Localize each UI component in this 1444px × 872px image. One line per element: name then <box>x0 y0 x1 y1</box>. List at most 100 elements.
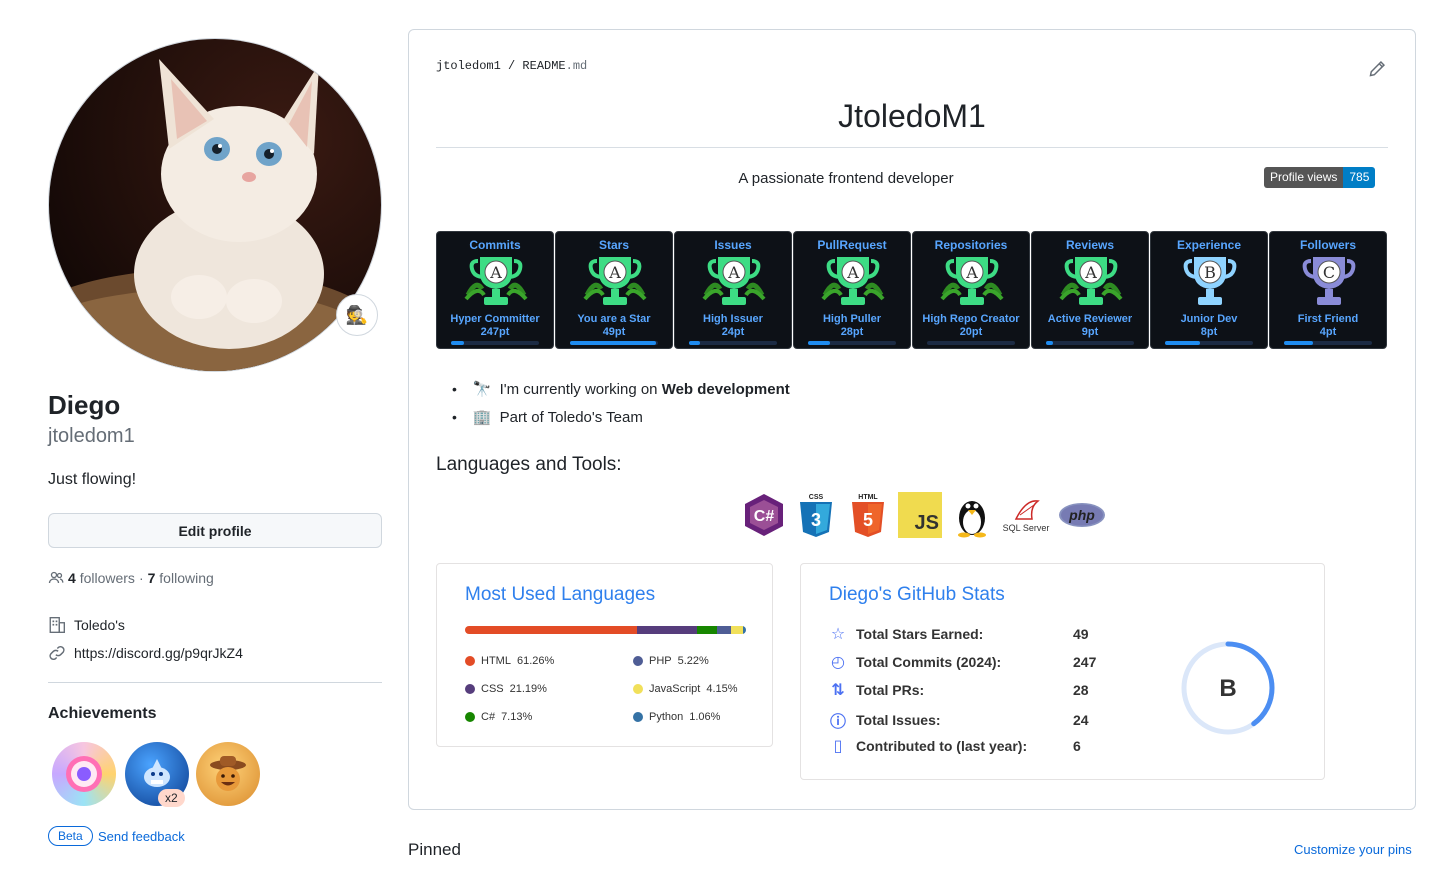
language-color-dot <box>465 656 475 666</box>
stats-row-commits: ◴ Total Commits (2024): 247 <box>828 652 1096 672</box>
language-name: JavaScript <box>649 683 701 695</box>
customize-pins-link[interactable]: Customize your pins <box>1294 842 1412 857</box>
trophy-points: 4pt <box>1319 326 1337 338</box>
language-bar-segment <box>696 626 717 634</box>
readme-title: JtoledoM1 <box>838 98 986 134</box>
send-feedback-link[interactable]: Send feedback <box>98 829 185 844</box>
sql-server-icon[interactable]: SQL Server <box>1002 492 1050 538</box>
readme-breadcrumb: jtoledom1 / README.md <box>436 59 588 73</box>
trophy-card[interactable]: Experience B Junior Dev 8pt <box>1150 231 1268 349</box>
trophy-progress-bar <box>808 341 896 345</box>
trophy-title: Experience <box>1176 238 1242 252</box>
language-percent: 1.06% <box>689 711 721 723</box>
css3-icon[interactable]: CSS 3 <box>794 492 838 538</box>
trophy-points: 20pt <box>959 326 983 338</box>
profile-login: jtoledom1 <box>48 425 135 447</box>
trophy-card[interactable]: Stars A You are a Star 49pt <box>555 231 673 349</box>
quickdraw-achievement-badge[interactable] <box>196 742 260 806</box>
php-icon[interactable]: php <box>1058 492 1106 538</box>
language-percent: 61.26% <box>516 655 555 667</box>
trophy-row: Commits A Hyper Committer 247pt Stars A You ar… <box>436 231 1387 349</box>
readme-bullets: 🔭 I'm currently working on Web developme… <box>452 375 790 431</box>
trophy-title: Followers <box>1299 238 1356 252</box>
language-percent: 5.22% <box>677 655 709 667</box>
trophy-cup-icon: A <box>821 257 885 305</box>
company-row: Toledo's <box>48 616 125 634</box>
trophy-progress-bar <box>1284 341 1372 345</box>
organization-icon <box>49 617 65 633</box>
profile-views-label: Profile views <box>1264 167 1344 188</box>
list-item: 🏢 Part of Toledo's Team <box>452 403 790 431</box>
language-bar-segment <box>742 626 746 634</box>
following-link[interactable]: 7 following <box>148 570 214 586</box>
language-percent: 7.13% <box>501 711 533 723</box>
readme-file-link[interactable]: README.md <box>522 59 587 73</box>
language-color-dot <box>633 684 643 694</box>
html5-icon[interactable]: HTML 5 <box>846 492 890 538</box>
trophy-card[interactable]: Issues A High Issuer 24pt <box>674 231 792 349</box>
history-icon: ◴ <box>831 654 845 671</box>
trophy-rank: A <box>1084 263 1097 282</box>
language-name: CSS <box>481 683 504 695</box>
set-status-button[interactable]: 🕵 <box>336 294 378 336</box>
language-legend-item: C# 7.13% <box>465 711 532 723</box>
telescope-icon: 🔭 <box>472 381 492 398</box>
language-name: Python <box>649 711 684 723</box>
language-percent: 4.15% <box>706 683 738 695</box>
trophy-card[interactable]: Commits A Hyper Committer 247pt <box>436 231 554 349</box>
trophy-cup-icon: A <box>702 257 766 305</box>
languages-progress-bar <box>465 626 746 634</box>
trophy-subtitle: Junior Dev <box>1180 313 1238 325</box>
trophy-card[interactable]: PullRequest A High Puller 28pt <box>793 231 911 349</box>
language-bar-segment <box>465 626 638 634</box>
trophy-title: PullRequest <box>817 238 887 252</box>
svg-text:3: 3 <box>811 510 821 530</box>
edit-profile-button[interactable]: Edit profile <box>48 513 382 548</box>
trophy-title: Reviews <box>1065 238 1115 252</box>
trophy-rank: A <box>489 263 502 282</box>
trophy-cup-icon: C <box>1302 257 1356 305</box>
svg-text:php: php <box>1068 507 1095 523</box>
trophy-cup-icon: A <box>464 257 528 305</box>
language-legend-item: CSS 21.19% <box>465 683 547 695</box>
link-row: https://discord.gg/p9qrJkZ4 <box>48 644 243 662</box>
most-used-languages-card[interactable]: Most Used Languages HTML 61.26% CSS 21.19% C… <box>436 563 773 747</box>
language-bar-segment <box>731 626 743 634</box>
detective-emoji-icon: 🕵 <box>345 304 369 325</box>
language-color-dot <box>633 712 643 722</box>
language-name: PHP <box>649 655 672 667</box>
trophy-card[interactable]: Followers C First Friend 4pt <box>1269 231 1387 349</box>
beta-label: Beta <box>48 826 93 846</box>
trophy-cup-icon: B <box>1183 257 1237 305</box>
title-divider <box>436 147 1388 148</box>
language-bar-segment <box>637 626 697 634</box>
trophy-rank: A <box>965 263 978 282</box>
repo-owner-link[interactable]: jtoledom1 <box>436 59 501 73</box>
profile-name: Diego <box>48 390 121 420</box>
trophy-points: 247pt <box>480 326 510 338</box>
csharp-icon[interactable]: C# <box>742 492 786 538</box>
trophy-cup-icon: A <box>940 257 1004 305</box>
achievements-heading: Achievements <box>48 705 157 722</box>
issue-icon: ⓘ <box>829 714 846 731</box>
grade-letter: B <box>1219 675 1236 702</box>
javascript-icon[interactable]: JS <box>898 492 942 538</box>
yolo-achievement-badge[interactable] <box>52 742 116 806</box>
trophy-progress-bar <box>927 341 1015 345</box>
trophy-subtitle: Active Reviewer <box>1047 313 1133 325</box>
trophy-progress-bar <box>451 341 539 345</box>
followers-link[interactable]: 4 followers <box>68 570 135 586</box>
trophy-points: 28pt <box>840 326 864 338</box>
trophy-title: Stars <box>598 238 630 252</box>
language-color-dot <box>465 712 475 722</box>
trophy-card[interactable]: Reviews A Active Reviewer 9pt <box>1031 231 1149 349</box>
edit-readme-button[interactable] <box>1368 60 1386 83</box>
svg-text:C#: C# <box>754 508 775 525</box>
profile-link[interactable]: https://discord.gg/p9qrJkZ4 <box>74 645 243 661</box>
trophy-card[interactable]: Repositories A High Repo Creator 20pt <box>912 231 1030 349</box>
svg-text:HTML: HTML <box>858 494 878 501</box>
avatar[interactable] <box>48 38 382 372</box>
readme-tagline: A passionate frontend developer <box>738 170 954 187</box>
linux-tux-icon[interactable] <box>950 492 994 538</box>
trophy-rank: A <box>727 263 740 282</box>
